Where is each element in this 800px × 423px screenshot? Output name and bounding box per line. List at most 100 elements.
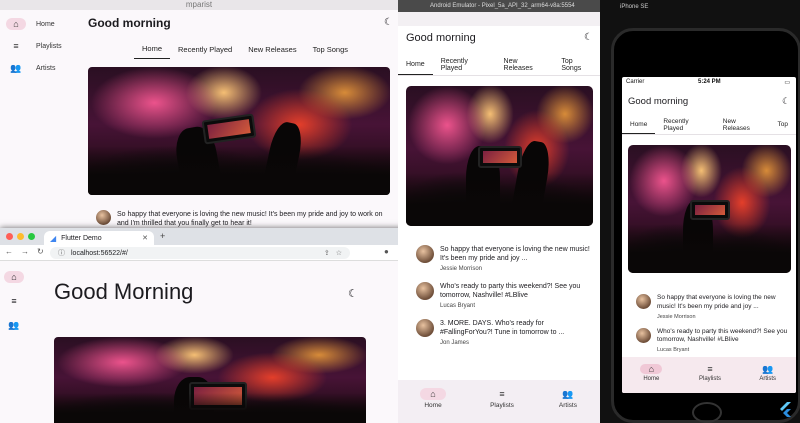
post-item[interactable]: So happy that everyone is loving the new…: [96, 210, 388, 228]
tab-new-releases[interactable]: New Releases: [715, 115, 770, 134]
avatar: [416, 245, 434, 263]
post-item[interactable]: Who's ready to party this weekend?! See …: [416, 281, 594, 309]
profile-icon[interactable]: ●: [384, 247, 389, 256]
forward-icon[interactable]: →: [21, 247, 29, 256]
dark-mode-icon[interactable]: ☾: [384, 17, 393, 28]
address-bar: ← → ↻ ⓘ localhost:56522/#/ ⇪ ☆ ● ⋮: [0, 245, 415, 261]
star-icon[interactable]: ☆: [336, 249, 342, 257]
tab-recently-played[interactable]: Recently Played: [170, 39, 240, 59]
tab-home[interactable]: Home: [622, 115, 656, 134]
back-icon[interactable]: ←: [5, 247, 13, 256]
simulator-title: iPhone SE: [620, 4, 649, 10]
close-tab-icon[interactable]: ✕: [142, 234, 148, 242]
nav-rail: ⌂ Home ≡ Playlists 👥 Artists: [6, 18, 62, 74]
rail-label: Playlists: [36, 42, 62, 50]
bottom-navigation: ⌂ Home ≡ Playlists 👥 Artists: [398, 380, 600, 423]
flutter-web-content: ⌂ ≡ 👥 Good Morning ☾: [0, 261, 415, 423]
nav-label: Home: [643, 376, 660, 382]
rail-item-home[interactable]: ⌂ Home: [6, 18, 62, 30]
post-item[interactable]: So happy that everyone is loving the new…: [636, 294, 792, 320]
home-icon: ⌂: [6, 18, 26, 30]
home-button[interactable]: [692, 402, 722, 423]
tab-new-releases[interactable]: New Releases: [240, 39, 304, 59]
people-icon: 👥: [562, 388, 574, 399]
nav-label: Artists: [759, 376, 776, 382]
tab-home[interactable]: Home: [398, 54, 433, 75]
tab-home[interactable]: Home: [134, 39, 171, 59]
page-title: Good morning: [406, 32, 476, 44]
nav-artists[interactable]: 👥 Artists: [758, 364, 778, 383]
emulator-titlebar: Android Emulator - Pixel_5a_API_32_arm64…: [398, 0, 600, 12]
post-text: Who's ready to party this weekend?! See …: [440, 282, 581, 300]
rail-label: Home: [36, 20, 55, 28]
post-item[interactable]: So happy that everyone is loving the new…: [416, 245, 594, 272]
bottom-navigation: ⌂ Home ≡ Playlists 👥 Artists: [622, 357, 796, 393]
dark-mode-icon[interactable]: ☾: [348, 287, 358, 300]
playlist-icon: ≡: [13, 41, 19, 51]
featured-concert-image: [88, 67, 390, 195]
playlist-icon: ≡: [707, 364, 713, 374]
battery-icon: ▭: [784, 80, 790, 86]
nav-label: Playlists: [698, 376, 721, 382]
nav-artists[interactable]: 👥 Artists: [558, 388, 578, 410]
macos-app-window: mparist ⌂ Home ≡ Playlists 👥 Artists Goo…: [0, 0, 398, 228]
share-icon[interactable]: ⇪: [324, 249, 330, 257]
post-text: So happy that everyone is loving the new…: [117, 211, 383, 228]
nav-rail: ⌂ ≡ 👥: [4, 271, 24, 331]
tab-top-songs[interactable]: Top: [770, 115, 796, 134]
url-text: localhost:56522/#/: [71, 249, 128, 257]
window-controls: [6, 233, 35, 240]
post-item[interactable]: Who's ready to party this weekend?! See …: [636, 327, 792, 354]
avatar: [416, 318, 434, 337]
chrome-browser-window: ◢ Flutter Demo ✕ + ⌄ ← → ↻ ⓘ localhost:5…: [0, 228, 415, 423]
post-author: Jessie Morrison: [657, 313, 696, 320]
tab-bar: Home Recently Played New Releases Top So…: [398, 54, 600, 76]
rail-item-artists[interactable]: 👥 Artists: [6, 62, 62, 74]
close-icon[interactable]: [6, 233, 13, 240]
tab-bar: Home Recently Played New Releases Top So…: [134, 39, 356, 59]
nav-playlists[interactable]: ≡ Playlists: [699, 364, 721, 382]
new-tab-icon[interactable]: +: [160, 231, 165, 241]
reload-icon[interactable]: ↻: [37, 247, 44, 256]
browser-tab[interactable]: ◢ Flutter Demo ✕: [44, 231, 154, 245]
home-icon[interactable]: ⌂: [4, 271, 24, 283]
avatar: [96, 210, 111, 225]
page-title: Good morning: [88, 16, 171, 30]
rail-item-playlists[interactable]: ≡ Playlists: [6, 40, 62, 52]
avatar: [416, 281, 434, 300]
page-title: Good morning: [628, 96, 689, 107]
carrier-label: Carrier: [626, 79, 645, 85]
nav-home[interactable]: ⌂ Home: [640, 364, 663, 382]
post-text: So happy that everyone is loving the new…: [657, 294, 776, 310]
tab-top-songs[interactable]: Top Songs: [305, 39, 356, 59]
post-text: 3. MORE. DAYS. Who's ready for #FallingF…: [440, 319, 565, 337]
flutter-favicon-icon: ◢: [50, 233, 57, 243]
post-item[interactable]: 3. MORE. DAYS. Who's ready for #FallingF…: [416, 318, 594, 346]
avatar: [636, 327, 651, 343]
post-author: Jessie Morrison: [440, 265, 483, 272]
maximize-icon[interactable]: [28, 233, 35, 240]
post-author: Lucas Bryant: [440, 302, 476, 309]
android-emulator-window: Android Emulator - Pixel_5a_API_32_arm64…: [398, 0, 600, 423]
tab-new-releases[interactable]: New Releases: [496, 54, 554, 75]
people-icon[interactable]: 👥: [4, 319, 24, 331]
dark-mode-icon[interactable]: ☾: [584, 32, 593, 43]
tab-recently-played[interactable]: Recently Played: [433, 54, 496, 75]
featured-concert-image: [54, 337, 366, 423]
tab-recently-played[interactable]: Recently Played: [655, 115, 714, 134]
post-list: So happy that everyone is loving the new…: [636, 294, 792, 353]
post-author: Lucas Bryant: [657, 347, 690, 354]
browser-tabstrip: ◢ Flutter Demo ✕ + ⌄: [0, 228, 415, 245]
playlist-icon[interactable]: ≡: [4, 295, 24, 307]
tab-title: Flutter Demo: [61, 234, 102, 242]
minimize-icon[interactable]: [17, 233, 24, 240]
nav-playlists[interactable]: ≡ Playlists: [490, 388, 514, 409]
dark-mode-icon[interactable]: ☾: [782, 96, 790, 107]
tab-top-songs[interactable]: Top Songs: [553, 54, 600, 75]
clock-label: 5:24 PM: [698, 79, 721, 85]
url-field[interactable]: ⓘ localhost:56522/#/ ⇪ ☆: [50, 247, 350, 259]
nav-home[interactable]: ⌂ Home: [420, 388, 447, 409]
people-icon: 👥: [10, 62, 22, 73]
flutter-logo-icon: [780, 402, 791, 417]
avatar: [636, 294, 651, 309]
